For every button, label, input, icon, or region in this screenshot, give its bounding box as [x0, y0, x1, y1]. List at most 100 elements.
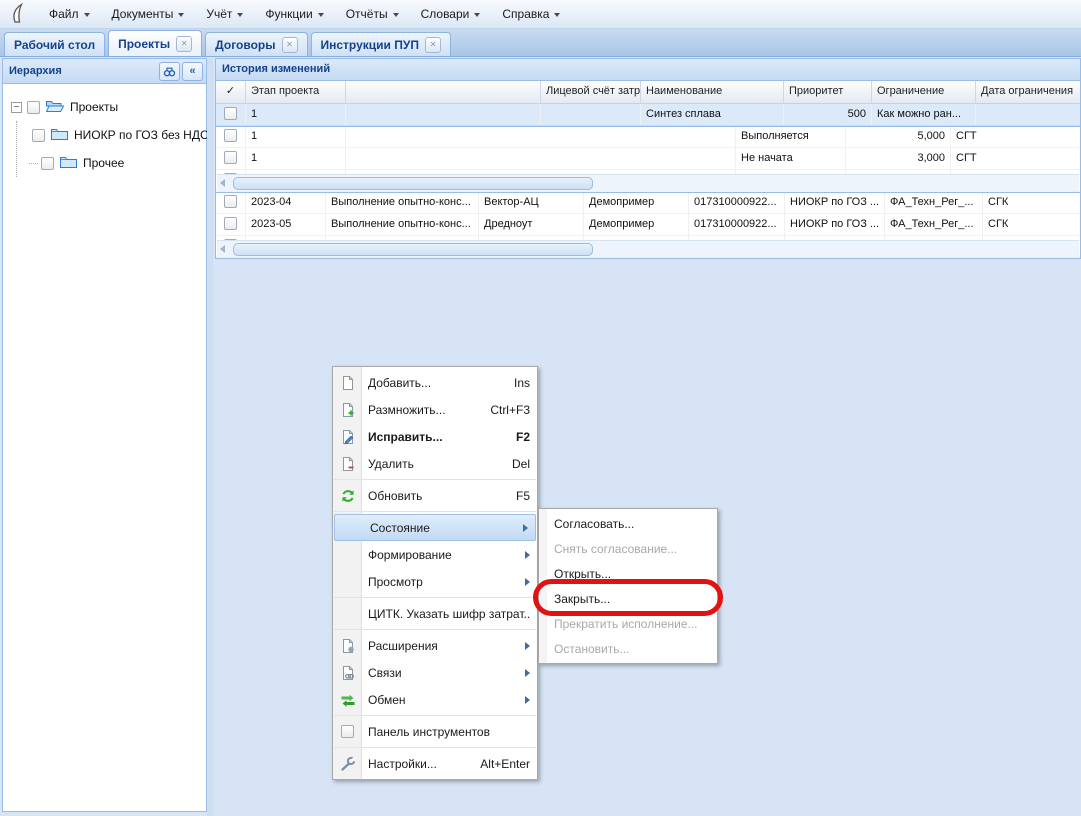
table-cell: 2023-05 — [246, 214, 326, 235]
row-checkbox[interactable] — [224, 151, 237, 164]
menu-item-duplicate[interactable]: Размножить...Ctrl+F3 — [333, 396, 537, 423]
tab-desktop[interactable]: Рабочий стол — [4, 32, 105, 56]
tree-node-projects[interactable]: −Проекты — [11, 93, 202, 121]
row-checkbox[interactable] — [224, 195, 237, 208]
binoculars-icon — [163, 65, 176, 78]
menu-item-refresh[interactable]: ОбновитьF5 — [333, 482, 537, 509]
tree-node-child[interactable]: НИОКР по ГОЗ без НДС — [29, 121, 202, 149]
table-row[interactable]: 1Синтез сплава500Как можно ран... — [216, 104, 1080, 126]
table-row[interactable]: 2023-05Выполнение опытно-конс...Дредноут… — [216, 214, 1080, 236]
horizontal-scrollbar[interactable] — [217, 240, 1079, 257]
menubar-item-accounting[interactable]: Учёт — [195, 2, 254, 26]
table-row[interactable]: 1Выполняется5,000СГТ — [216, 126, 1080, 148]
hierarchy-tree: −ПроектыНИОКР по ГОЗ без НДСПрочее — [3, 84, 206, 181]
row-checkbox[interactable] — [224, 107, 237, 120]
column-header[interactable]: ✓ — [216, 81, 246, 103]
menubar-items: Файл ДокументыУчётФункцииОтчётыСловариСпр… — [38, 2, 571, 26]
tree-node-checkbox[interactable] — [27, 101, 40, 114]
tree-node-checkbox[interactable] — [41, 157, 54, 170]
menubar-item-reports[interactable]: Отчёты — [335, 2, 410, 26]
submenu-item-halt: Остановить... — [539, 636, 717, 661]
tab-pup-instructions[interactable]: Инструкции ПУП✕ — [311, 32, 451, 56]
menu-item-label: Панель инструментов — [368, 725, 530, 739]
submenu-item-close[interactable]: Закрыть... — [539, 586, 717, 611]
table-cell: 017310000922... — [689, 192, 785, 213]
menu-item-label: Обмен — [368, 693, 519, 707]
column-header[interactable]: Дата ограничения — [976, 81, 1081, 103]
scroll-left-icon — [220, 179, 225, 187]
menu-separator — [334, 479, 536, 480]
table-cell: Не начата — [736, 148, 846, 169]
tree-node-child[interactable]: Прочее — [29, 149, 202, 177]
menu-item-label: Расширения — [368, 639, 519, 653]
column-header[interactable]: Лицевой счёт затр — [541, 81, 641, 103]
table-row[interactable]: 1Не начата3,000СГТ — [216, 148, 1080, 170]
submenu-arrow-icon — [525, 642, 530, 650]
submenu-item-approve[interactable]: Согласовать... — [539, 511, 717, 536]
horizontal-scrollbar[interactable] — [217, 174, 1079, 191]
submenu-arrow-icon — [523, 524, 528, 532]
table-cell — [216, 126, 246, 147]
column-header[interactable] — [346, 81, 541, 103]
menubar-item-dictionaries[interactable]: Словари — [410, 2, 492, 26]
menubar-item-help[interactable]: Справка — [491, 2, 571, 26]
tree-node-checkbox[interactable] — [32, 129, 45, 142]
context-menu: Добавить...InsРазмножить...Ctrl+F3Исправ… — [332, 366, 538, 780]
row-checkbox[interactable] — [224, 217, 237, 230]
menubar-item-functions[interactable]: Функции — [254, 2, 334, 26]
menu-item-add[interactable]: Добавить...Ins — [333, 369, 537, 396]
column-header[interactable]: Приоритет — [784, 81, 872, 103]
column-header-label: Наименование — [646, 85, 722, 97]
scrollbar-thumb[interactable] — [233, 177, 593, 190]
menu-item-delete[interactable]: УдалитьDel — [333, 450, 537, 477]
chevron-down-icon — [318, 13, 324, 17]
close-icon[interactable]: ✕ — [425, 37, 441, 53]
state-submenu: Согласовать... Снять согласование... Откры… — [538, 508, 718, 664]
column-header[interactable]: Наименование — [641, 81, 784, 103]
menu-item-view[interactable]: Просмотр — [333, 568, 537, 595]
toolbar-panel-checkbox[interactable] — [341, 725, 354, 738]
column-header[interactable]: Этап проекта — [246, 81, 346, 103]
menu-shortcut: Del — [512, 457, 530, 471]
table-cell: 2023-04 — [246, 192, 326, 213]
close-icon[interactable]: ✕ — [176, 36, 192, 52]
hierarchy-title: Иерархия — [9, 65, 62, 77]
menu-item-settings[interactable]: Настройки...Alt+Enter — [333, 750, 537, 777]
search-button[interactable] — [159, 62, 180, 81]
menubar-item-documents[interactable]: Документы — [101, 2, 196, 26]
tree-expander-icon[interactable]: − — [11, 102, 22, 113]
menu-item-label: Снять согласование... — [554, 542, 709, 556]
tab-contracts[interactable]: Договоры ✕ — [205, 32, 307, 56]
menubar-item-file[interactable]: Файл — [38, 2, 101, 26]
menubar-item-label: Файл — [49, 7, 79, 21]
menu-item-label: Прекратить исполнение... — [554, 617, 709, 631]
menu-item-state[interactable]: Состояние — [334, 514, 536, 541]
table-cell: ФА_Техн_Рег_... — [885, 192, 983, 213]
menu-item-extensions[interactable]: Расширения — [333, 632, 537, 659]
table-row[interactable]: 2023-04Выполнение опытно-конс...Вектор-А… — [216, 192, 1080, 214]
menu-item-links[interactable]: Связи — [333, 659, 537, 686]
panel-splitter[interactable] — [207, 58, 213, 816]
column-header[interactable]: Ограничение — [872, 81, 976, 103]
row-checkbox[interactable] — [224, 129, 237, 142]
table-cell: Как можно ран... — [872, 104, 976, 125]
collapse-panel-button[interactable]: « — [182, 62, 203, 81]
tab-label: Договоры — [215, 38, 275, 52]
tab-projects[interactable]: Проекты✕ — [108, 30, 202, 56]
scrollbar-thumb[interactable] — [233, 243, 593, 256]
menu-item-label: Настройки... — [368, 757, 472, 771]
menu-item-label: Размножить... — [368, 403, 482, 417]
menu-item-toolbar-panel[interactable]: Панель инструментов — [333, 718, 537, 745]
column-header-label: Дата ограничения — [981, 85, 1073, 97]
menu-item-label: Просмотр — [368, 575, 519, 589]
menu-item-edit[interactable]: Исправить...F2 — [333, 423, 537, 450]
menu-item-exchange[interactable]: Обмен — [333, 686, 537, 713]
menu-item-formation[interactable]: Формирование — [333, 541, 537, 568]
menu-separator — [334, 715, 536, 716]
submenu-item-open[interactable]: Открыть... — [539, 561, 717, 586]
menu-item-citk-cost-code[interactable]: ЦИТК. Указать шифр затрат... — [333, 600, 537, 627]
table-cell — [216, 104, 246, 125]
chevron-down-icon — [178, 13, 184, 17]
close-icon[interactable]: ✕ — [282, 37, 298, 53]
exchange-icon — [337, 692, 358, 708]
